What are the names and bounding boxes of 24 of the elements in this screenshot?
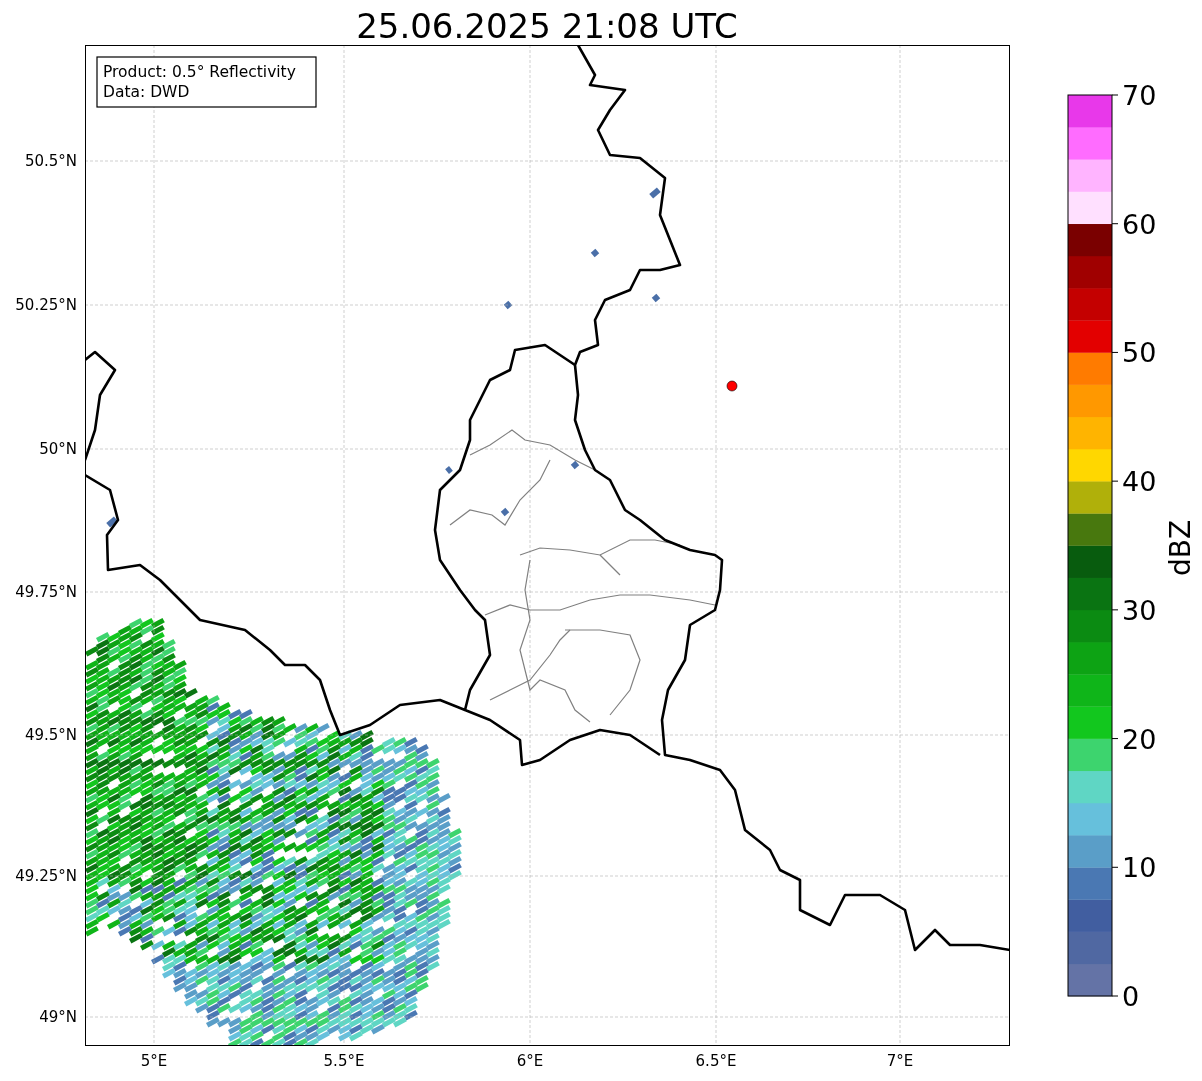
- info-text: Data: DWD: [103, 83, 190, 101]
- colorbar-tick-label: 30: [1122, 594, 1157, 626]
- chart-title: 25.06.2025 21:08 UTC: [356, 6, 738, 46]
- latitude-label: 49.5°N: [24, 726, 77, 744]
- colorbar-tick-label: 20: [1122, 723, 1157, 755]
- latitude-label: 50.25°N: [15, 296, 77, 314]
- info-text: Product: 0.5° Reflectivity: [103, 63, 296, 81]
- longitude-label: 5°E: [140, 1052, 168, 1070]
- longitude-label: 6.5°E: [695, 1052, 737, 1070]
- colorbar-tick-label: 0: [1122, 981, 1140, 1012]
- colorbar-tick-label: 60: [1122, 208, 1157, 240]
- colorbar-tick-label: 40: [1122, 466, 1157, 498]
- colorbar-tick-label: 50: [1122, 337, 1157, 369]
- latitude-label: 50.5°N: [24, 152, 77, 170]
- longitude-label: 6°E: [516, 1052, 544, 1070]
- latitude-label: 49.25°N: [15, 867, 77, 885]
- colorbar-tick-label: 70: [1122, 80, 1157, 111]
- longitude-label: 5.5°E: [323, 1052, 365, 1070]
- colorbar-label: dBZ: [1164, 519, 1197, 577]
- colorbar-tick-label: 10: [1122, 852, 1157, 884]
- longitude-label: 7°E: [886, 1052, 914, 1070]
- latitude-label: 49°N: [39, 1008, 77, 1026]
- latitude-label: 50°N: [39, 440, 77, 458]
- latitude-label: 49.75°N: [15, 583, 77, 601]
